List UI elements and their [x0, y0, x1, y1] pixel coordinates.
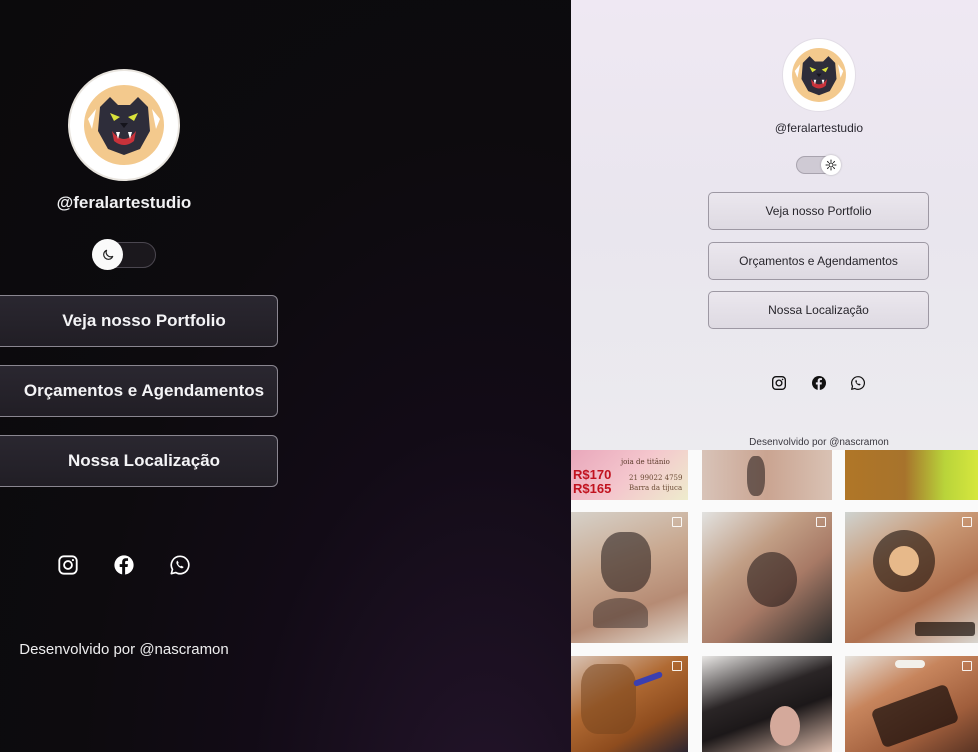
facebook-icon[interactable] — [111, 552, 137, 578]
location-button[interactable]: Nossa Localização — [0, 435, 278, 487]
grid-photo[interactable] — [702, 656, 832, 752]
panther-logo-icon — [792, 48, 846, 102]
multi-photo-icon — [672, 661, 682, 671]
dark-theme-preview: @feralartestudio Veja nosso Portfolio Or… — [0, 0, 571, 752]
moon-icon — [102, 249, 113, 260]
multi-photo-icon — [962, 517, 972, 527]
portfolio-button[interactable]: Veja nosso Portfolio — [0, 295, 278, 347]
multi-photo-icon — [816, 517, 826, 527]
quotes-scheduling-button[interactable]: Orçamentos e Agendamentos — [0, 365, 278, 417]
profile-handle: @feralartestudio — [56, 193, 192, 212]
developer-credit: Desenvolvido por @nascramon — [749, 437, 889, 448]
grid-photo[interactable] — [845, 656, 978, 752]
developer-credit: Desenvolvido por @nascramon — [19, 641, 229, 658]
whatsapp-icon[interactable] — [167, 552, 193, 578]
panther-logo-icon — [84, 85, 164, 165]
whatsapp-icon[interactable] — [849, 374, 867, 392]
instagram-icon[interactable] — [770, 374, 788, 392]
grid-photo[interactable]: R$170 R$165 joia de titânio 21 99022 475… — [571, 450, 688, 500]
grid-photo[interactable] — [702, 450, 832, 500]
profile-avatar — [782, 38, 856, 112]
sun-icon — [825, 159, 837, 171]
light-theme-preview: @feralartestudio Veja nosso Portfolio Or… — [571, 0, 978, 752]
instagram-icon[interactable] — [55, 552, 81, 578]
instagram-photo-grid: R$170 R$165 joia de titânio 21 99022 475… — [571, 450, 978, 752]
theme-toggle-knob[interactable] — [821, 155, 841, 175]
location-button[interactable]: Nossa Localização — [708, 291, 929, 329]
grid-photo[interactable] — [845, 450, 978, 500]
address-text: Barra da tijuca — [629, 484, 683, 492]
quotes-scheduling-button[interactable]: Orçamentos e Agendamentos — [708, 242, 929, 280]
promo-text: joia de titânio — [621, 458, 670, 466]
grid-photo[interactable] — [571, 656, 688, 752]
multi-photo-icon — [672, 517, 682, 527]
facebook-icon[interactable] — [810, 374, 828, 392]
profile-avatar — [68, 69, 180, 181]
price-label: R$170 — [573, 467, 612, 482]
portfolio-button[interactable]: Veja nosso Portfolio — [708, 192, 929, 230]
profile-handle: @feralartestudio — [774, 121, 864, 135]
theme-toggle[interactable] — [796, 155, 841, 175]
grid-photo[interactable] — [571, 512, 688, 643]
phone-text: 21 99022 4759 — [629, 474, 683, 482]
grid-photo[interactable] — [845, 512, 978, 643]
theme-toggle-knob[interactable] — [92, 239, 123, 270]
theme-toggle[interactable] — [92, 239, 156, 270]
multi-photo-icon — [962, 661, 972, 671]
grid-photo[interactable] — [702, 512, 832, 643]
price-label: R$165 — [573, 481, 612, 496]
